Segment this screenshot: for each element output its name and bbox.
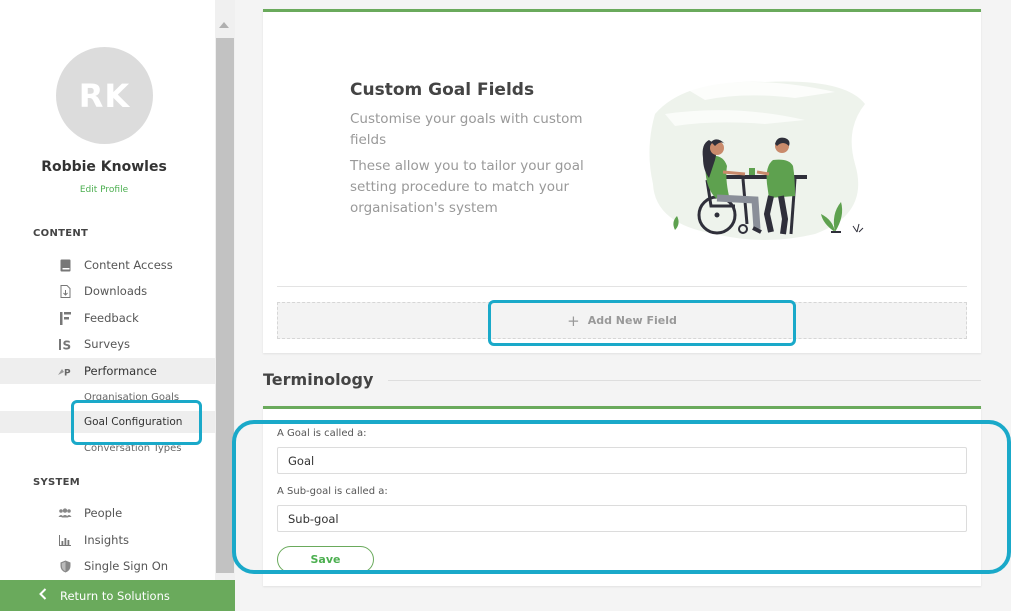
system-section-label: SYSTEM [33,477,81,488]
highlight-terminology-form [232,420,1011,574]
card-divider [277,286,967,287]
sidebar: RK Robbie Knowles Edit Profile CONTENT C… [0,0,215,611]
shield-icon [58,559,72,573]
sidebar-item-people[interactable]: People [0,500,215,526]
scroll-up-arrow-icon[interactable] [219,22,229,28]
terminology-heading-rule [388,380,981,381]
content-section-label: CONTENT [33,228,89,239]
sidebar-item-label: Surveys [84,337,130,351]
book-icon [58,258,72,272]
sidebar-item-downloads[interactable]: Downloads [0,278,215,304]
custom-goal-fields-description: Customise your goals with custom fields … [350,109,612,224]
performance-icon: P [58,364,72,378]
feedback-icon [58,311,72,325]
collaboration-illustration [645,74,870,249]
avatar-initials: RK [78,76,131,115]
svg-text:P: P [64,369,71,377]
highlight-add-new-field [488,300,796,346]
sidebar-item-surveys[interactable]: S Surveys [0,331,215,357]
description-line-1: Customise your goals with custom fields [350,111,583,148]
return-label: Return to Solutions [60,588,170,603]
chevron-left-icon [39,587,47,604]
user-name: Robbie Knowles [41,159,167,175]
return-to-solutions-button[interactable]: Return to Solutions [0,580,235,611]
terminology-heading: Terminology [263,370,374,389]
description-line-2: These allow you to tailor your goal sett… [350,158,584,216]
sidebar-item-label: Downloads [84,284,148,298]
highlight-goal-configuration [71,400,202,445]
sidebar-item-content-access[interactable]: Content Access [0,252,215,278]
sidebar-item-label: People [84,506,123,520]
people-icon [58,506,72,520]
insights-icon [58,533,72,547]
svg-text:S: S [63,338,72,351]
sidebar-item-label: Performance [84,364,157,378]
sidebar-item-label: Insights [84,533,129,547]
surveys-icon: S [58,337,72,351]
sidebar-item-label: Feedback [84,311,139,325]
sidebar-item-insights[interactable]: Insights [0,527,215,553]
edit-profile-link[interactable]: Edit Profile [0,185,208,195]
avatar[interactable]: RK [56,47,153,144]
sidebar-item-single-sign-on[interactable]: Single Sign On [0,553,215,579]
sidebar-item-label: Content Access [84,258,173,272]
sidebar-item-feedback[interactable]: Feedback [0,305,215,331]
sidebar-item-label: Single Sign On [84,559,169,573]
custom-goal-fields-title: Custom Goal Fields [350,80,535,100]
sidebar-item-performance[interactable]: P Performance [0,358,215,384]
download-file-icon [58,284,72,298]
